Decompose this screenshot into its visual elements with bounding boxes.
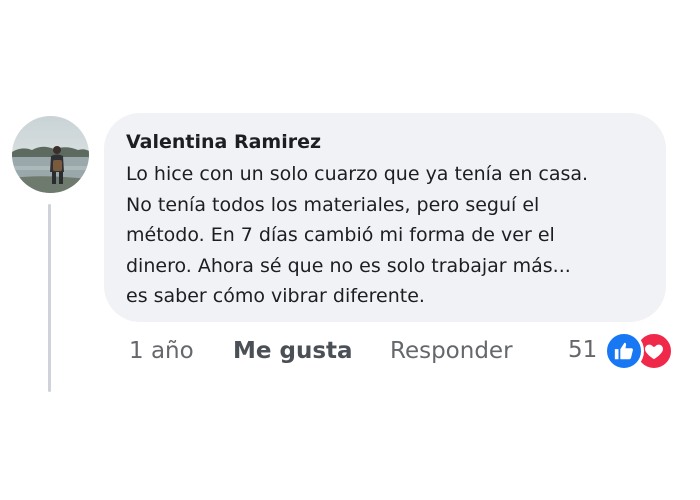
comment-text-line: Lo hice con un solo cuarzo que ya tenía …: [126, 163, 589, 185]
comment-text-line: No tenía todos los materiales, pero segu…: [126, 193, 540, 216]
avatar[interactable]: [12, 116, 89, 193]
comment-text-line: dinero. Ahora sé que no es solo trabajar…: [126, 254, 571, 277]
comment-bubble: Valentina Ramirez Lo hice con un solo cu…: [104, 113, 666, 322]
comment-text: Lo hice con un solo cuarzo que ya tenía …: [126, 159, 644, 312]
comment-author[interactable]: Valentina Ramirez: [126, 129, 644, 155]
avatar-photo-icon: [12, 116, 89, 193]
reaction-count: 51: [568, 337, 598, 363]
comment: Valentina Ramirez Lo hice con un solo cu…: [0, 0, 700, 500]
comment-text-line: es saber cómo vibrar diferente.: [126, 285, 425, 307]
comment-timestamp-link[interactable]: 1 año: [129, 333, 194, 369]
like-icon: [604, 331, 644, 371]
comment-text-line: método. En 7 días cambió mi forma de ver…: [126, 224, 555, 246]
reply-button[interactable]: Responder: [390, 333, 513, 369]
like-button[interactable]: Me gusta: [233, 333, 353, 369]
